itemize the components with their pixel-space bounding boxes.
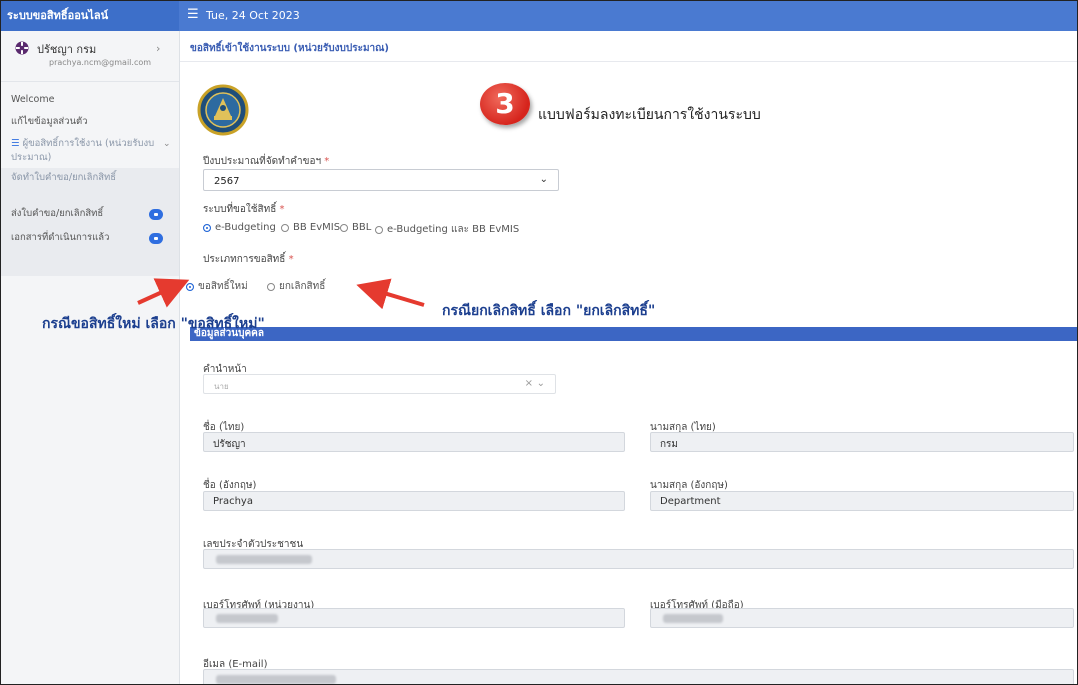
sidebar-item-create-request[interactable]: จัดทำใบคำขอ/ยกเลิกสิทธิ์ <box>11 171 121 185</box>
last-name-th-field[interactable]: กรม <box>650 432 1074 452</box>
radio-bb-evmis[interactable]: BB EvMIS <box>281 222 340 233</box>
radio-dot[interactable] <box>267 282 275 291</box>
redacted-value <box>216 555 312 564</box>
required-marker: * <box>279 204 285 215</box>
prefix-value: นาย <box>214 382 229 391</box>
annotation-new-request: กรณีขอสิทธิ์ใหม่ เลือก "ขอสิทธิ์ใหม่" <box>42 316 265 332</box>
citizen-id-field[interactable] <box>203 549 1074 569</box>
organization-logo-icon <box>15 41 29 55</box>
section-header-personal: ข้อมูลส่วนบุคคล <box>190 327 1077 341</box>
sidebar-badge-icon <box>149 209 163 220</box>
government-emblem-icon <box>197 84 249 136</box>
radio-dot[interactable] <box>375 225 383 234</box>
first-name-th-field[interactable]: ปรัชญา <box>203 432 625 452</box>
divider <box>180 61 1077 62</box>
app-brand[interactable]: ระบบขอสิทธิ์ออนไลน์ <box>1 1 179 31</box>
radio-bbl[interactable]: BBL <box>340 222 371 233</box>
radio-cancel-request[interactable]: ยกเลิกสิทธิ์ <box>267 279 325 294</box>
main-content: ขอสิทธิ์เข้าใช้งานระบบ (หน่วยรับงบประมาณ… <box>180 31 1077 684</box>
radio-label: e-Budgeting และ BB EvMIS <box>387 224 520 235</box>
redacted-value <box>216 614 278 623</box>
system-label: ระบบที่ขอใช้สิทธิ์ * <box>203 202 285 217</box>
sidebar: ปรัชญา กรม prachya.ncm@gmail.com › Welco… <box>1 31 180 684</box>
first-name-th-value: ปรัชญา <box>213 439 246 450</box>
phone-mobile-field[interactable] <box>650 608 1074 628</box>
first-name-en-field[interactable]: Prachya <box>203 491 625 511</box>
radio-label: BBL <box>352 222 372 233</box>
chevron-down-icon: ⌄ <box>536 378 545 389</box>
clear-icon[interactable]: × <box>525 378 533 389</box>
sidebar-badge-icon <box>149 233 163 244</box>
sidebar-item-edit-profile[interactable]: แก้ไขข้อมูลส่วนตัว <box>11 115 88 129</box>
radio-label: BB EvMIS <box>293 222 341 233</box>
last-name-en-value: Department <box>660 496 721 507</box>
hamburger-menu-icon[interactable]: ☰ <box>187 7 199 22</box>
chevron-down-icon: ⌄ <box>539 174 548 185</box>
radio-dot[interactable] <box>186 282 194 291</box>
last-name-th-value: กรม <box>660 439 679 450</box>
fiscal-year-select[interactable]: 2567 ⌄ <box>203 169 559 191</box>
required-marker: * <box>288 254 294 265</box>
form-title: แบบฟอร์มลงทะเบียนการใช้งานระบบ <box>538 107 761 123</box>
sidebar-item-label: Welcome <box>11 94 55 105</box>
phone-office-field[interactable] <box>203 608 625 628</box>
app-window: ระบบขอสิทธิ์ออนไลน์ ☰ Tue, 24 Oct 2023 ป… <box>0 0 1078 685</box>
redacted-value <box>216 675 336 684</box>
sidebar-item-label: จัดทำใบคำขอ/ยกเลิกสิทธิ์ <box>11 172 117 183</box>
radio-new-request[interactable]: ขอสิทธิ์ใหม่ <box>186 279 248 294</box>
sidebar-item-requesters[interactable]: ☰ ผู้ขอสิทธิ์การใช้งาน (หน่วยรับงบประมาณ… <box>11 137 161 165</box>
radio-dot[interactable] <box>203 223 211 232</box>
user-email: prachya.ncm@gmail.com <box>49 58 152 67</box>
radio-label: ยกเลิกสิทธิ์ <box>279 281 326 292</box>
prefix-select[interactable]: นาย × ⌄ <box>203 374 556 394</box>
user-name: ปรัชญา กรม <box>37 43 97 56</box>
radio-e-budgeting-and-bb-evmis[interactable]: e-Budgeting และ BB EvMIS <box>375 222 519 237</box>
fiscal-year-label-text: ปีงบประมาณที่จัดทำคำขอฯ <box>203 156 322 167</box>
sidebar-item-completed-docs[interactable]: เอกสารที่ดำเนินการแล้ว <box>11 231 111 245</box>
sidebar-item-submit-request[interactable]: ส่งใบคำขอ/ยกเลิกสิทธิ์ <box>11 207 141 221</box>
fiscal-year-value: 2567 <box>214 176 240 187</box>
sidebar-item-label: เอกสารที่ดำเนินการแล้ว <box>11 232 110 243</box>
breadcrumb: ขอสิทธิ์เข้าใช้งานระบบ (หน่วยรับงบประมาณ… <box>190 43 389 54</box>
step-number-badge: 3 <box>480 83 530 125</box>
system-label-text: ระบบที่ขอใช้สิทธิ์ <box>203 204 277 215</box>
chevron-down-icon[interactable]: ⌄ <box>163 139 171 149</box>
annotation-cancel-request: กรณียกเลิกสิทธิ์ เลือก "ยกเลิกสิทธิ์" <box>442 303 656 319</box>
radio-dot[interactable] <box>340 223 348 232</box>
sidebar-item-label: แก้ไขข้อมูลส่วนตัว <box>11 116 88 127</box>
radio-dot[interactable] <box>281 223 289 232</box>
last-name-en-field[interactable]: Department <box>650 491 1074 511</box>
radio-label: e-Budgeting <box>215 222 276 233</box>
radio-e-budgeting[interactable]: e-Budgeting <box>203 222 276 233</box>
first-name-en-value: Prachya <box>213 496 253 507</box>
request-type-label-text: ประเภทการขอสิทธิ์ <box>203 254 286 265</box>
user-profile[interactable]: ปรัชญา กรม prachya.ncm@gmail.com › <box>1 31 179 82</box>
fiscal-year-label: ปีงบประมาณที่จัดทำคำขอฯ * <box>203 154 329 169</box>
chevron-right-icon[interactable]: › <box>156 42 160 55</box>
radio-label: ขอสิทธิ์ใหม่ <box>198 281 248 292</box>
sidebar-item-welcome[interactable]: Welcome <box>11 93 54 107</box>
required-marker: * <box>324 156 330 167</box>
sidebar-item-label: ส่งใบคำขอ/ยกเลิกสิทธิ์ <box>11 208 104 219</box>
request-type-label: ประเภทการขอสิทธิ์ * <box>203 252 294 267</box>
current-date: Tue, 24 Oct 2023 <box>206 9 300 22</box>
sidebar-item-label: ผู้ขอสิทธิ์การใช้งาน (หน่วยรับงบประมาณ) <box>11 138 155 163</box>
email-field[interactable] <box>203 669 1074 684</box>
top-bar: ระบบขอสิทธิ์ออนไลน์ ☰ Tue, 24 Oct 2023 <box>1 1 1077 31</box>
list-icon: ☰ <box>11 138 20 149</box>
redacted-value <box>663 614 723 623</box>
